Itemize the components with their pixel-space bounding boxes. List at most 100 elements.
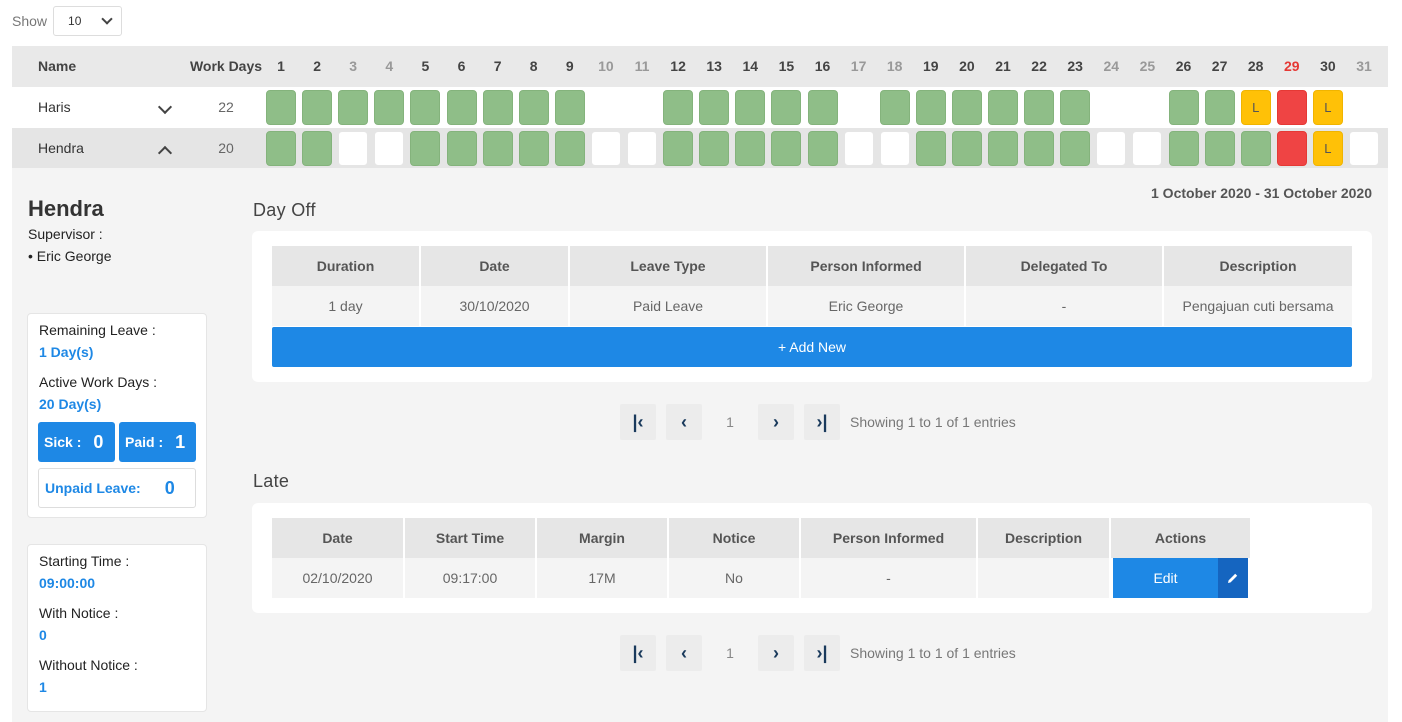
day-cell-22-work[interactable] [1024,131,1055,166]
day-cell-27-work[interactable] [1204,90,1235,125]
day-cell-30-late[interactable]: L [1312,90,1343,125]
day-cell-23-work[interactable] [1060,131,1091,166]
day-cell-5-work[interactable] [410,131,441,166]
day-header-4: 4 [385,58,394,74]
day-cell-9-work[interactable] [554,90,585,125]
employee-detail-panel: Hendra Supervisor : • Eric George Remain… [12,168,1388,722]
day-cell-2-work[interactable] [302,90,333,125]
pencil-icon[interactable] [1218,558,1248,598]
day-cell-20-work[interactable] [951,90,982,125]
employee-row-hendra[interactable]: Hendra 20 L [12,128,1388,169]
day-header-7: 7 [493,58,502,74]
page-size-select[interactable]: 10 [53,6,123,36]
day-cell-1-work[interactable] [266,90,296,125]
show-label: Show [12,13,48,29]
current-page[interactable]: 1 [712,414,748,430]
table-row: 02/10/2020 09:17:00 17M No - Edit [272,558,1250,598]
day-cell-7-work[interactable] [482,90,513,125]
day-cell-12-work[interactable] [663,131,694,166]
day-cell-10-none [591,90,621,125]
day-cell-20-work[interactable] [951,131,982,166]
day-cell-29-off[interactable] [1276,90,1307,125]
day-cell-26-work[interactable] [1168,90,1199,125]
day-cell-30-late[interactable]: L [1312,131,1343,166]
day-cell-4-empty[interactable] [374,131,405,166]
day-cell-14-work[interactable] [735,131,766,166]
day-cell-24-none [1096,90,1126,125]
day-cell-13-work[interactable] [699,90,730,125]
day-cell-10-empty[interactable] [590,131,621,166]
last-page-icon[interactable]: ›| [804,635,840,671]
day-cell-13-work[interactable] [699,131,730,166]
prev-page-icon[interactable]: ‹ [666,635,702,671]
next-page-icon[interactable]: › [758,635,794,671]
day-cell-15-work[interactable] [771,90,802,125]
last-page-icon[interactable]: ›| [804,404,840,440]
day-cell-6-work[interactable] [446,90,477,125]
day-cell-6-work[interactable] [446,131,477,166]
current-page[interactable]: 1 [712,645,748,661]
day-cell-16-work[interactable] [807,90,838,125]
day-cell-11-empty[interactable] [627,131,657,166]
day-cell-8-work[interactable] [518,131,549,166]
day-header-15: 15 [778,58,795,74]
day-cell-24-empty[interactable] [1096,131,1127,166]
day-cell-17-empty[interactable] [843,131,874,166]
day-header-8: 8 [529,58,538,74]
day-cell-21-work[interactable] [988,90,1018,125]
prev-page-icon[interactable]: ‹ [666,404,702,440]
day-cell-14-work[interactable] [735,90,766,125]
day-cell-27-work[interactable] [1204,131,1235,166]
day-cell-28-late[interactable]: L [1240,90,1271,125]
employee-row-haris[interactable]: Haris 22 L L [12,87,1388,128]
day-cell-18-work[interactable] [879,90,910,125]
day-cell-3-empty[interactable] [338,131,369,166]
day-cell-8-work[interactable] [518,90,549,125]
day-off-table: Duration Date Leave Type Person Informed… [272,246,1352,326]
cell-notice: No [668,558,801,598]
day-cell-3-work[interactable] [338,90,369,125]
day-cell-15-work[interactable] [771,131,802,166]
day-cell-16-work[interactable] [807,131,838,166]
day-cell-18-empty[interactable] [879,131,910,166]
day-cell-12-work[interactable] [663,90,694,125]
first-page-icon[interactable]: |‹ [620,404,656,440]
day-cell-7-work[interactable] [482,131,513,166]
collapse-chevron-icon[interactable] [157,145,173,161]
cell-person-informed: - [800,558,978,598]
expand-chevron-icon[interactable] [157,99,173,115]
first-page-icon[interactable]: |‹ [620,635,656,671]
day-cell-5-work[interactable] [410,90,441,125]
employee-detail-name: Hendra [28,196,104,221]
day-header-27: 27 [1211,58,1228,74]
next-page-icon[interactable]: › [758,404,794,440]
col-person-informed: Person Informed [800,518,978,558]
day-cell-23-work[interactable] [1060,90,1091,125]
edit-button[interactable]: Edit [1113,558,1218,598]
day-cell-1-work[interactable] [266,131,296,166]
day-cell-28-work[interactable] [1240,131,1271,166]
day-cell-9-work[interactable] [554,131,585,166]
active-work-days-value: 20 Day(s) [39,396,102,412]
paid-label: Paid : [125,434,164,450]
day-header-10: 10 [598,58,614,74]
day-cell-26-work[interactable] [1168,131,1199,166]
day-header-12: 12 [670,58,686,74]
add-new-button[interactable]: + Add New [272,327,1352,367]
col-duration: Duration [272,246,421,286]
employee-name: Hendra [38,140,84,156]
day-cell-31-empty[interactable] [1349,131,1379,166]
day-cell-29-off[interactable] [1276,131,1307,166]
day-cell-2-work[interactable] [302,131,333,166]
day-header-16: 16 [814,58,831,74]
day-cell-22-work[interactable] [1024,90,1055,125]
day-cell-4-work[interactable] [374,90,405,125]
day-cell-19-work[interactable] [915,90,946,125]
employee-name: Haris [38,99,71,115]
day-cell-25-empty[interactable] [1132,131,1163,166]
day-cell-19-work[interactable] [915,131,946,166]
col-margin: Margin [536,518,669,558]
unpaid-leave-box: Unpaid Leave: 0 [38,468,196,508]
day-header-31: 31 [1356,58,1372,74]
day-cell-21-work[interactable] [988,131,1018,166]
